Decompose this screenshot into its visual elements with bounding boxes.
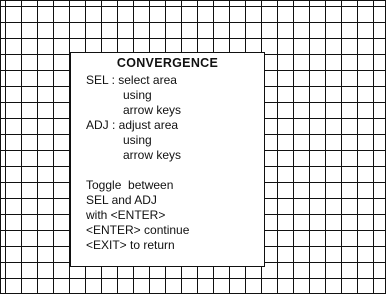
convergence-grid-screen: CONVERGENCE SEL : select area using arro… (0, 0, 386, 294)
toggle-hint-sel-adj: SEL and ADJ (86, 193, 157, 207)
sel-instruction-using: using (123, 88, 152, 102)
toggle-hint-enter: with <ENTER> (86, 208, 166, 222)
exit-return-hint: <EXIT> to return (86, 238, 175, 252)
sel-instruction-arrow-keys: arrow keys (123, 103, 182, 117)
adj-instruction-arrow-keys: arrow keys (123, 148, 182, 162)
convergence-menu-panel: CONVERGENCE SEL : select area using arro… (70, 52, 265, 267)
menu-title: CONVERGENCE (116, 56, 219, 70)
adj-instruction: ADJ : adjust area (86, 118, 179, 132)
sel-instruction: SEL : select area (86, 73, 177, 87)
enter-continue-hint: <ENTER> continue (86, 223, 190, 237)
toggle-hint: Toggle between (86, 178, 174, 192)
adj-instruction-using: using (123, 133, 152, 147)
